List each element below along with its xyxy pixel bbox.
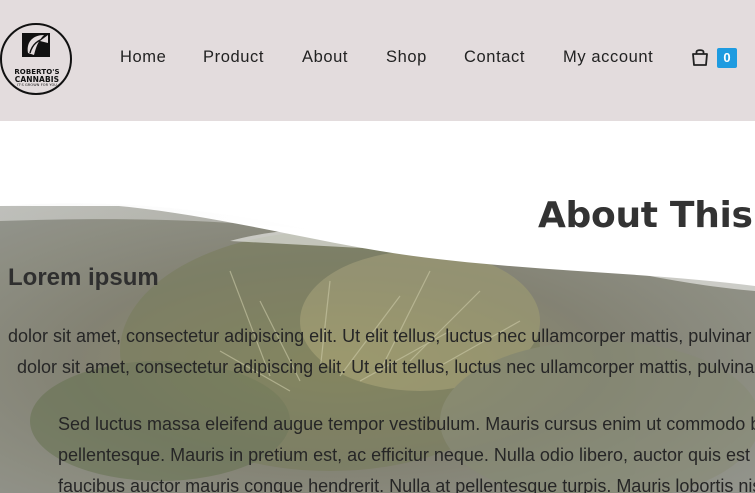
nav-item-about[interactable]: About — [302, 48, 348, 67]
nav-item-shop[interactable]: Shop — [386, 48, 427, 67]
site-header: ROBERTO'S CANNABIS IT'S GROWN FOR YOU Ho… — [0, 0, 755, 121]
nav-item-my-account[interactable]: My account — [563, 48, 653, 67]
cannabis-plant-background — [0, 121, 755, 493]
site-logo[interactable]: ROBERTO'S CANNABIS IT'S GROWN FOR YOU — [0, 21, 74, 97]
body-text-line: dolor sit amet, consectetur adipiscing e… — [17, 357, 755, 377]
nav-item-home[interactable]: Home — [120, 48, 166, 67]
body-text-line: dolor sit amet, consectetur adipiscing e… — [8, 326, 755, 346]
section-heading: Lorem ipsum — [8, 264, 159, 291]
page-title: About This F — [538, 195, 755, 236]
shopping-bag-icon — [692, 49, 708, 66]
about-section: About This F Lorem ipsum dolor sit amet,… — [0, 121, 755, 493]
body-text-line: Sed luctus massa eleifend augue tempor v… — [58, 414, 755, 434]
nav-item-product[interactable]: Product — [203, 48, 264, 67]
body-text-line: pellentesque. Mauris in pretium est, ac … — [58, 445, 755, 465]
cart-button[interactable]: 0 — [690, 47, 740, 71]
cart-count-badge: 0 — [717, 48, 737, 68]
nav-item-contact[interactable]: Contact — [464, 48, 525, 67]
logo-line-2: CANNABIS — [14, 75, 60, 84]
logo-text: ROBERTO'S CANNABIS IT'S GROWN FOR YOU — [6, 69, 68, 88]
body-text-line: faucibus auctor mauris congue hendrerit.… — [58, 476, 755, 493]
